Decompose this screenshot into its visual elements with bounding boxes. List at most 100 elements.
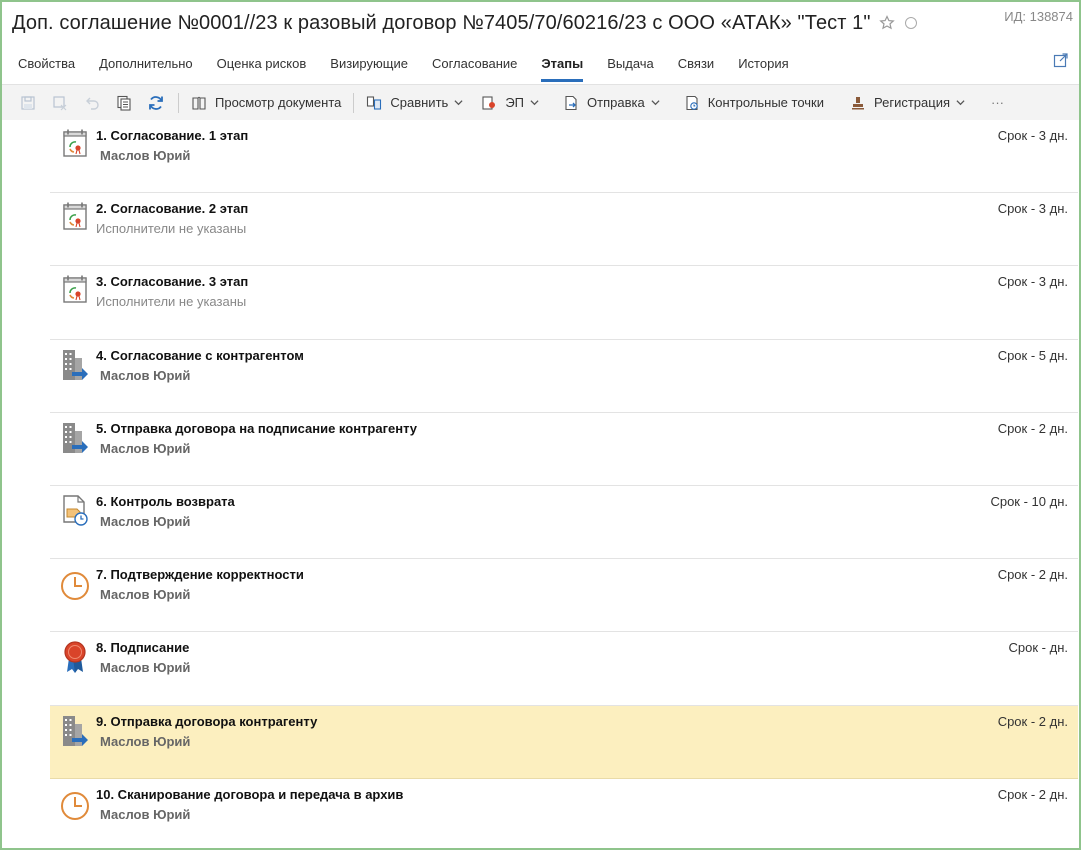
stamp-icon — [852, 96, 864, 109]
stage-term: Срок - 5 дн. — [997, 347, 1068, 363]
calendar-approval-icon — [60, 201, 90, 235]
stage-row[interactable]: 6. Контроль возврата Маслов Юрий Срок - 10… — [50, 486, 1078, 560]
registration-button[interactable]: Регистрация — [844, 89, 971, 117]
chevron-down-icon — [651, 100, 660, 106]
tab-approval[interactable]: Согласование — [420, 48, 529, 82]
stage-title: 1. Согласование. 1 этап — [96, 128, 249, 143]
stage-term: Срок - дн. — [1008, 640, 1068, 656]
clock-icon — [60, 787, 90, 821]
stage-row[interactable]: 5. Отправка договора на подписание контр… — [50, 413, 1078, 486]
stage-row[interactable]: 7. Подтверждение корректности Маслов Юрий… — [50, 559, 1078, 633]
checkpoints-label: Контрольные точки — [707, 95, 824, 110]
stage-term: Срок - 10 дн. — [990, 493, 1068, 509]
building-send-icon — [60, 421, 90, 455]
stage-row[interactable]: 2. Согласование. 2 этап Исполнители не ук… — [50, 193, 1078, 267]
checkpoints-icon — [686, 95, 698, 110]
undo-icon — [86, 97, 99, 110]
stage-term: Срок - 3 дн. — [997, 201, 1068, 217]
document-return-icon — [60, 494, 90, 528]
stage-term: Срок - 2 дн. — [997, 420, 1068, 436]
save-close-icon — [53, 95, 67, 110]
compare-icon — [367, 95, 382, 110]
stage-title: 4. Согласование с контрагентом — [96, 347, 304, 363]
book-icon — [192, 96, 206, 110]
save-icon — [21, 95, 35, 110]
toolbar-separator — [353, 92, 355, 113]
stage-row[interactable]: 3. Согласование. 3 этап Исполнители не ук… — [50, 266, 1078, 340]
stage-no-performers: Исполнители не указаны — [96, 221, 247, 237]
send-document-icon — [565, 95, 577, 110]
stage-term: Срок - 3 дн. — [997, 128, 1068, 143]
tab-risk-assessment[interactable]: Оценка рисков — [205, 48, 319, 82]
signature-icon — [482, 95, 496, 110]
stage-performer[interactable]: Маслов Юрий — [100, 660, 190, 675]
ep-button[interactable]: ЭП — [475, 89, 545, 117]
status-circle-icon[interactable] — [904, 17, 917, 29]
copy-button[interactable] — [108, 89, 140, 117]
calendar-approval-icon — [60, 274, 90, 308]
tab-issuance[interactable]: Выдача — [595, 48, 666, 82]
ep-label: ЭП — [505, 95, 524, 110]
stage-title: 6. Контроль возврата — [96, 493, 235, 509]
stage-row[interactable]: 9. Отправка договора контрагенту Маслов Ю… — [50, 705, 1078, 779]
tab-history[interactable]: История — [726, 48, 800, 82]
tab-endorsers[interactable]: Визирующие — [318, 48, 420, 82]
building-send-icon — [60, 348, 90, 382]
stage-performer[interactable]: Маслов Юрий — [100, 514, 190, 529]
tab-stages[interactable]: Этапы — [529, 48, 595, 82]
page-title: Доп. соглашение №0001//23 к разовый дого… — [12, 11, 871, 34]
refresh-button[interactable] — [140, 89, 172, 117]
stage-performer[interactable]: Маслов Юрий — [100, 807, 190, 822]
chevron-down-icon — [530, 100, 539, 106]
undo-button[interactable] — [76, 89, 108, 117]
stage-title: 8. Подписание — [96, 640, 190, 656]
compare-label: Сравнить — [390, 95, 449, 110]
stage-no-performers: Исполнители не указаны — [96, 294, 247, 310]
window-frame: Доп. соглашение №0001//23 к разовый дого… — [0, 0, 1081, 850]
save-and-close-button[interactable] — [44, 89, 76, 117]
more-button[interactable]: ··· — [985, 89, 1010, 117]
stage-title: 5. Отправка договора на подписание контр… — [96, 420, 418, 436]
star-icon[interactable] — [878, 15, 895, 31]
stage-performer[interactable]: Маслов Юрий — [100, 148, 190, 163]
chevron-down-icon — [956, 100, 965, 106]
view-document-label: Просмотр документа — [215, 95, 342, 110]
registration-label: Регистрация — [874, 95, 950, 110]
stage-row[interactable]: 1. Согласование. 1 этап Маслов Юрий Срок -… — [50, 120, 1078, 194]
title-bar: Доп. соглашение №0001//23 к разовый дого… — [12, 8, 1071, 38]
popout-icon[interactable] — [1053, 52, 1069, 68]
send-button[interactable]: Отправка — [557, 89, 666, 117]
clock-icon — [60, 567, 90, 601]
compare-button[interactable]: Сравнить — [360, 89, 469, 117]
copy-icon — [117, 95, 131, 111]
stage-term: Срок - 3 дн. — [997, 274, 1068, 290]
stages-list: 1. Согласование. 1 этап Маслов Юрий Срок -… — [50, 120, 1078, 848]
stage-row[interactable]: 10. Сканирование договора и передача в а… — [50, 779, 1078, 848]
toolbar-separator — [178, 92, 179, 113]
stage-title: 3. Согласование. 3 этап — [96, 274, 249, 290]
seal-icon — [60, 640, 90, 674]
stage-title: 9. Отправка договора контрагенту — [96, 713, 318, 729]
stage-title: 10. Сканирование договора и передача в а… — [96, 786, 404, 802]
stage-row[interactable]: 8. Подписание Маслов Юрий Срок - дн. — [50, 632, 1078, 706]
stage-title: 7. Подтверждение корректности — [96, 567, 304, 583]
checkpoints-button[interactable]: Контрольные точки — [678, 89, 830, 117]
toolbar: Просмотр документа Сравнить ЭП Отправка … — [2, 84, 1079, 120]
tab-additional[interactable]: Дополнительно — [87, 48, 205, 82]
tab-links[interactable]: Связи — [666, 48, 726, 82]
stage-performer[interactable]: Маслов Юрий — [100, 441, 190, 456]
send-label: Отправка — [587, 95, 645, 110]
stage-performer[interactable]: Маслов Юрий — [100, 368, 190, 383]
stage-row[interactable]: 4. Согласование с контрагентом Маслов Юри… — [50, 340, 1078, 413]
tab-properties[interactable]: Свойства — [6, 48, 87, 82]
stage-title: 2. Согласование. 2 этап — [96, 201, 249, 217]
stage-term: Срок - 2 дн. — [997, 567, 1068, 583]
tab-bar: Свойства Дополнительно Оценка рисков Виз… — [2, 48, 1079, 82]
save-button[interactable] — [12, 89, 44, 117]
view-document-button[interactable]: Просмотр документа — [185, 89, 347, 117]
chevron-down-icon — [454, 100, 463, 106]
stage-term: Срок - 2 дн. — [997, 713, 1068, 729]
stage-performer[interactable]: Маслов Юрий — [100, 587, 190, 602]
refresh-icon — [149, 95, 163, 110]
stage-performer[interactable]: Маслов Юрий — [100, 734, 190, 749]
